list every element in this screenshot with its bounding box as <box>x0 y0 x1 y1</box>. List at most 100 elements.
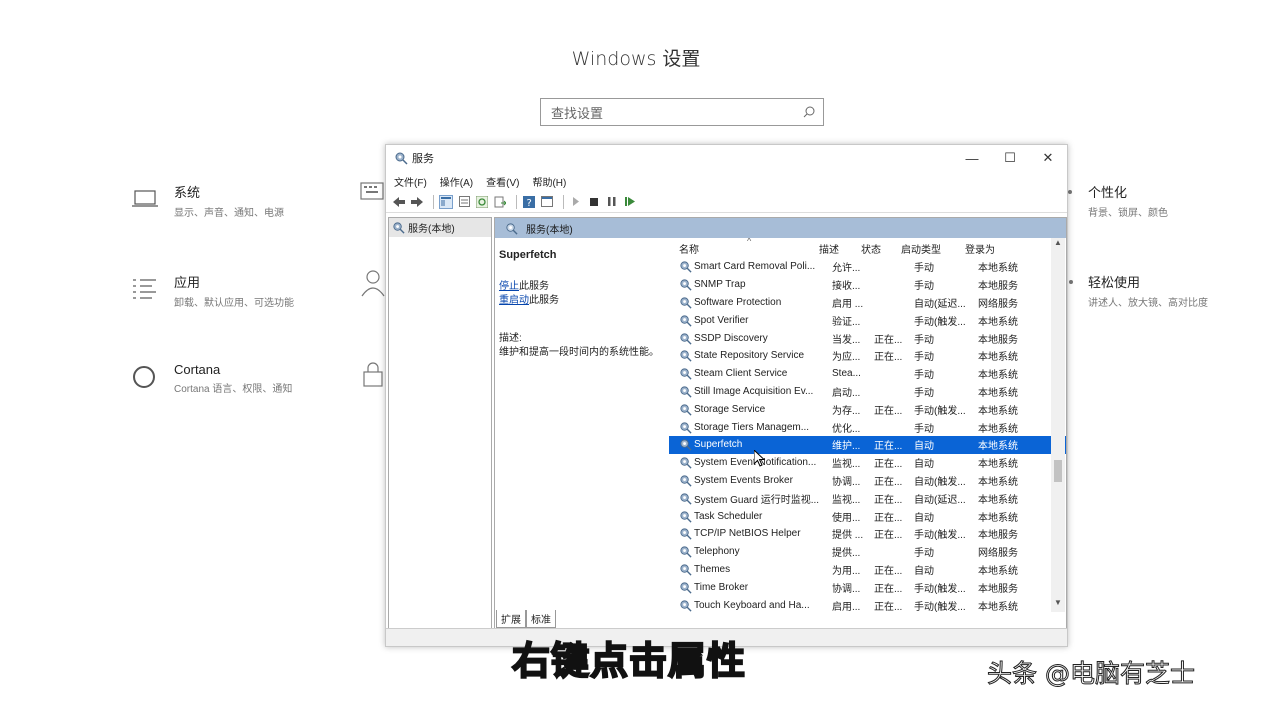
service-row[interactable]: Spot Verifier 验证... 手动(触发... 本地系统 <box>669 311 1066 329</box>
service-description-panel: Superfetch 停止此服务 重启动此服务 描述: 维护和提高一段时间内的系… <box>499 248 671 360</box>
service-row[interactable]: State Repository Service 为应... 正在... 手动 本地系统 <box>669 347 1066 365</box>
help-icon[interactable]: ? <box>522 195 536 209</box>
settings-category-ease-of-access[interactable]: 轻松使用 讲述人、放大镜、高对比度 <box>1068 272 1208 309</box>
services-gear-icon <box>395 152 408 165</box>
column-header-startup-type[interactable]: 启动类型 <box>901 241 965 256</box>
service-row[interactable]: Still Image Acquisition Ev... 启动... 手动 本地系统 <box>669 383 1066 401</box>
settings-search-input[interactable]: 查找设置 <box>540 98 824 126</box>
service-name: SSDP Discovery <box>694 332 768 344</box>
service-status: 正在... <box>874 334 903 346</box>
restart-service-link[interactable]: 重启动 <box>499 295 529 306</box>
forward-arrow-icon[interactable] <box>410 195 424 209</box>
restart-service-icon[interactable] <box>623 195 637 209</box>
console-tree-icon[interactable] <box>439 194 453 209</box>
toolbar-separator <box>563 194 564 209</box>
service-row[interactable]: Storage Tiers Managem... 优化... 手动 本地系统 <box>669 418 1066 436</box>
menu-action[interactable]: 操作(A) <box>440 174 473 189</box>
service-status: 正在... <box>874 441 903 453</box>
pause-service-icon[interactable] <box>605 195 619 209</box>
service-row[interactable]: System Events Broker 协调... 正在... 自动(触发... 本地… <box>669 472 1066 490</box>
show-hide-pane-icon[interactable] <box>540 195 554 209</box>
service-startup-type: 手动 <box>914 263 934 275</box>
service-desc: 提供... <box>832 548 861 560</box>
titlebar[interactable]: 服务 — ☐ ✕ <box>386 145 1067 171</box>
scroll-down-arrow-icon[interactable]: ▼ <box>1051 598 1065 612</box>
service-gear-icon <box>680 546 692 558</box>
service-desc: 维护... <box>832 441 861 453</box>
sort-ascending-icon: ^ <box>747 238 752 246</box>
service-desc: 提供 ... <box>832 530 864 542</box>
service-gear-icon <box>680 528 692 540</box>
service-startup-type: 手动(触发... <box>914 601 966 612</box>
accounts-person-icon <box>361 270 385 297</box>
service-name: Task Scheduler <box>694 510 763 522</box>
service-gear-icon <box>680 457 692 469</box>
stop-service-icon[interactable] <box>587 195 601 209</box>
service-desc: 协调... <box>832 583 861 595</box>
back-arrow-icon[interactable] <box>392 195 406 209</box>
pane-header: 服务(本地) <box>495 218 1066 238</box>
export-list-icon[interactable] <box>493 195 507 209</box>
column-header-log-on-as[interactable]: 登录为 <box>965 241 1019 256</box>
service-desc: 优化... <box>832 423 861 435</box>
service-row[interactable]: System Guard 运行时监视... 监视... 正在... 自动(延迟... 本… <box>669 489 1066 507</box>
service-name: Spot Verifier <box>694 314 749 326</box>
scroll-up-arrow-icon[interactable]: ▲ <box>1051 238 1065 252</box>
vertical-scrollbar[interactable]: ▲ ▼ <box>1051 238 1065 612</box>
service-row[interactable]: Touch Keyboard and Ha... 启用... 正在... 手动(触发.… <box>669 596 1066 612</box>
service-row[interactable]: System Event Notification... 监视... 正在... 自动… <box>669 454 1066 472</box>
settings-category-system[interactable]: 系统 显示、声音、通知、电源 <box>130 182 284 219</box>
services-gear-icon <box>393 222 405 234</box>
service-row[interactable]: Superfetch 维护... 正在... 自动 本地系统 <box>669 435 1066 454</box>
description-text: 维护和提高一段时间内的系统性能。 <box>499 347 659 358</box>
minimize-button[interactable]: — <box>953 145 991 171</box>
service-startup-type: 手动(触发... <box>914 316 966 328</box>
service-row[interactable]: TCP/IP NetBIOS Helper 提供 ... 正在... 手动(触发...… <box>669 525 1066 543</box>
service-status: 正在... <box>874 494 903 506</box>
start-service-icon[interactable] <box>569 195 583 209</box>
stop-service-link[interactable]: 停止 <box>499 281 519 292</box>
service-row[interactable]: SSDP Discovery 当发... 正在... 手动 本地服务 <box>669 329 1066 347</box>
tab-extended[interactable]: 扩展 <box>496 610 526 628</box>
maximize-button[interactable]: ☐ <box>991 145 1029 171</box>
menu-file[interactable]: 文件(F) <box>394 174 427 189</box>
device-icon <box>360 182 384 200</box>
tab-standard[interactable]: 标准 <box>526 610 556 628</box>
properties-pane-icon[interactable] <box>457 195 471 209</box>
service-row[interactable]: Smart Card Removal Poli... 允许... 手动 本地系统 <box>669 258 1066 276</box>
menu-view[interactable]: 查看(V) <box>486 174 519 189</box>
service-row[interactable]: Storage Service 为存... 正在... 手动(触发... 本地系统 <box>669 400 1066 418</box>
service-row[interactable]: Task Scheduler 使用... 正在... 自动 本地系统 <box>669 507 1066 525</box>
service-row[interactable]: Time Broker 协调... 正在... 手动(触发... 本地服务 <box>669 578 1066 596</box>
close-button[interactable]: ✕ <box>1029 145 1067 171</box>
services-pane: 服务(本地) Superfetch 停止此服务 重启动此服务 描述: 维护和提高… <box>494 217 1067 629</box>
service-gear-icon <box>680 564 692 576</box>
search-icon <box>803 106 815 118</box>
service-desc: 为应... <box>832 352 861 364</box>
column-header-name[interactable]: 名称 <box>669 241 819 256</box>
category-subtitle: Cortana 语言、权限、通知 <box>174 384 293 395</box>
service-desc: 协调... <box>832 476 861 488</box>
service-startup-type: 手动 <box>914 370 934 382</box>
service-row[interactable]: Themes 为用... 正在... 自动 本地系统 <box>669 561 1066 579</box>
service-desc: 启用 ... <box>832 298 864 310</box>
service-row[interactable]: Software Protection 启用 ... 自动(延迟... 网络服务 <box>669 294 1066 312</box>
service-row[interactable]: SNMP Trap 接收... 手动 本地服务 <box>669 276 1066 294</box>
settings-category-cortana[interactable]: Cortana Cortana 语言、权限、通知 <box>130 362 292 395</box>
settings-category-apps[interactable]: 应用 卸载、默认应用、可选功能 <box>130 272 294 309</box>
laptop-icon <box>132 190 158 207</box>
scrollbar-thumb[interactable] <box>1054 460 1062 482</box>
service-startup-type: 手动 <box>914 334 934 346</box>
service-gear-icon <box>680 582 692 594</box>
service-row[interactable]: Steam Client Service Stea... 手动 本地系统 <box>669 365 1066 383</box>
menu-help[interactable]: 帮助(H) <box>532 174 566 189</box>
settings-category-personalization[interactable]: 个性化 背景、锁屏、颜色 <box>1068 182 1168 219</box>
column-header-status[interactable]: 状态 <box>861 241 901 256</box>
service-log-on-as: 本地系统 <box>978 352 1018 364</box>
refresh-icon[interactable] <box>475 195 489 209</box>
settings-title: Windows 设置 <box>571 48 701 70</box>
tree-item-services-local[interactable]: 服务(本地) <box>389 218 491 237</box>
column-header-description[interactable]: 描述 <box>819 241 861 256</box>
svg-text:?: ? <box>527 198 532 208</box>
service-row[interactable]: Telephony 提供... 手动 网络服务 <box>669 543 1066 561</box>
